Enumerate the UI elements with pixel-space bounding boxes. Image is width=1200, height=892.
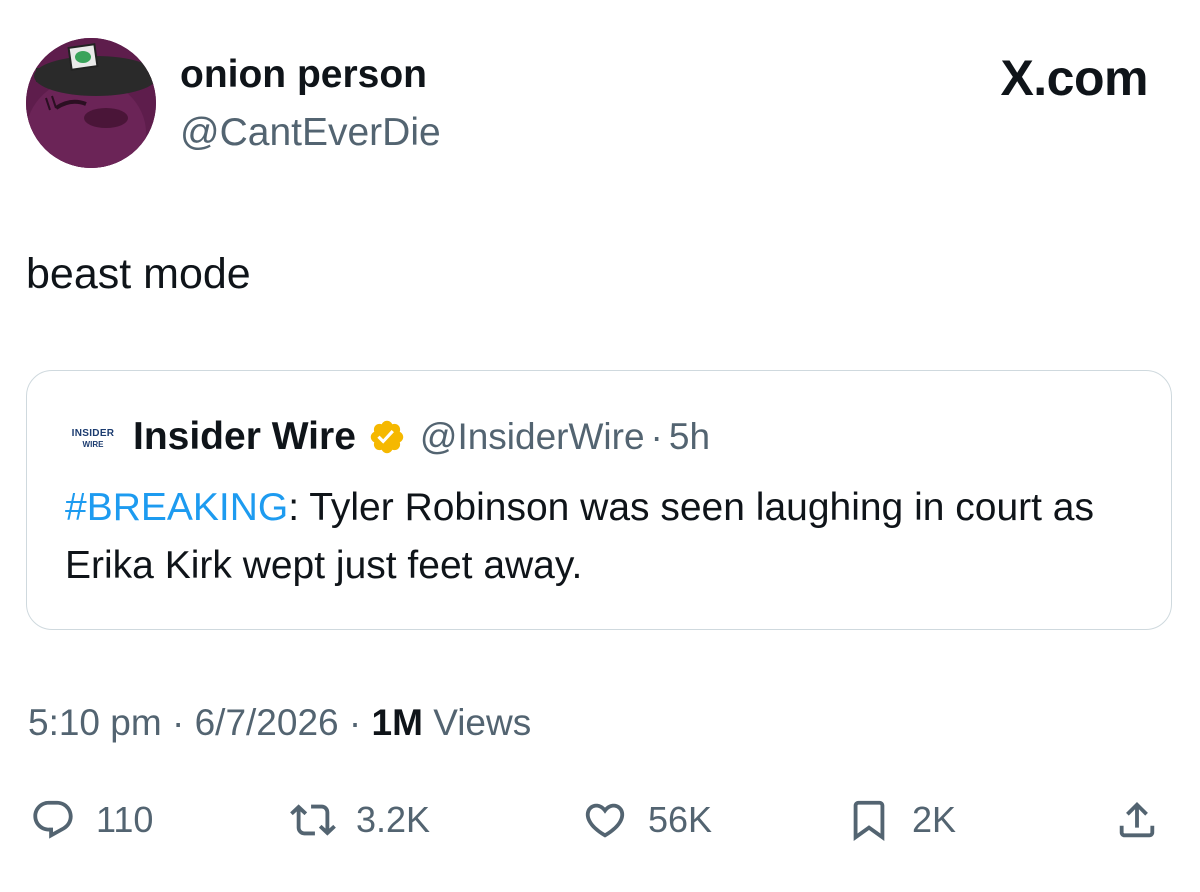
quoted-post[interactable]: INSIDER WIRE Insider Wire @InsiderWire ·…: [26, 370, 1172, 630]
reply-icon: [33, 800, 73, 839]
like-count: 56K: [648, 799, 713, 840]
reply-count: 110: [96, 799, 154, 840]
bookmark-button[interactable]: 2K: [846, 790, 956, 850]
repost-count: 3.2K: [356, 799, 431, 840]
share-button[interactable]: [1114, 790, 1160, 850]
x-brand-logo: X.com: [1000, 50, 1148, 106]
like-icon: [585, 803, 625, 838]
post-time[interactable]: 5:10 pm: [28, 702, 162, 743]
views-count: 1M: [371, 702, 423, 743]
avatar-image: [26, 38, 156, 168]
dot-separator: ·: [650, 416, 663, 457]
views-label: Views: [433, 702, 532, 743]
author-avatar[interactable]: [26, 38, 156, 168]
bookmark-icon: [853, 800, 885, 841]
quote-timestamp[interactable]: 5h: [669, 416, 710, 458]
hashtag-link[interactable]: #BREAKING: [65, 486, 288, 529]
post-text: beast mode: [26, 250, 251, 298]
share-icon: [1119, 801, 1155, 838]
quote-logo-line1: INSIDER: [71, 428, 115, 439]
quote-header: Insider Wire @InsiderWire · 5h: [133, 413, 710, 461]
action-bar: 110 3.2K 56K 2K: [0, 790, 1200, 850]
quote-text: #BREAKING: Tyler Robinson was seen laugh…: [65, 479, 1145, 595]
quote-author-name[interactable]: Insider Wire: [133, 415, 356, 459]
bookmark-count: 2K: [912, 799, 957, 840]
reply-button[interactable]: 110: [30, 790, 153, 850]
quote-avatar[interactable]: INSIDER WIRE: [67, 429, 119, 450]
post-metadata: 5:10 pm · 6/7/2026 · 1M Views: [28, 700, 531, 746]
repost-button[interactable]: 3.2K: [290, 790, 430, 850]
like-button[interactable]: 56K: [582, 790, 712, 850]
repost-icon: [290, 804, 336, 836]
quote-logo-line2: WIRE: [82, 440, 104, 449]
post-date[interactable]: 6/7/2026: [195, 702, 339, 743]
quote-author-handle[interactable]: @InsiderWire: [420, 416, 645, 458]
verified-icon: [368, 418, 406, 456]
author-name[interactable]: onion person: [180, 52, 427, 98]
dot-separator: ·: [348, 702, 372, 743]
dot-separator: ·: [171, 702, 195, 743]
author-handle[interactable]: @CantEverDie: [180, 110, 441, 156]
